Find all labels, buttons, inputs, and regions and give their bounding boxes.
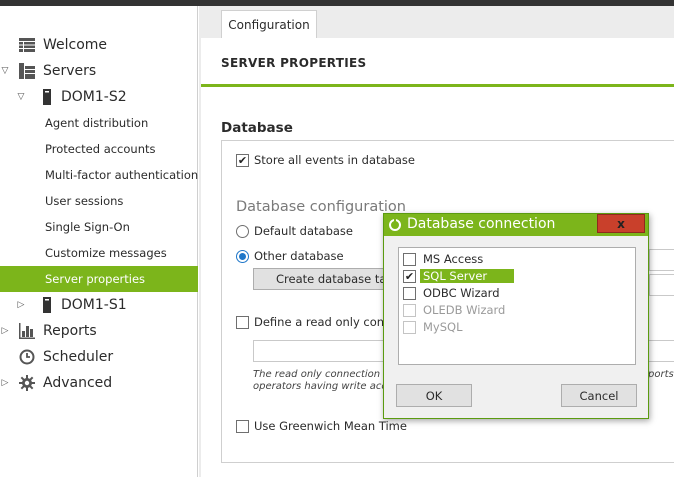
read-only-note-right: ports [648,369,674,380]
title-divider [201,84,674,87]
sidebar-item-multi-factor-authentication[interactable]: Multi-factor authentication [0,162,198,188]
chevron-down-icon[interactable]: ▽ [16,92,26,102]
chevron-down-icon[interactable]: ▽ [0,66,10,76]
store-all-events-checkbox[interactable]: ✔ [236,154,249,167]
ms-access-checkbox[interactable] [403,252,416,266]
sidebar-item-label: Welcome [43,37,108,53]
read-only-connection-checkbox[interactable] [236,316,249,329]
read-only-note-line-2: operators having write acce [253,381,394,392]
sql-server-checkbox[interactable]: ✔ [403,269,416,283]
sidebar-item-label: Customize messages [45,246,167,260]
sidebar-item-agent-distribution[interactable]: Agent distribution [0,110,198,136]
cancel-button[interactable]: Cancel [561,384,637,407]
list-item-label: SQL Server [420,269,514,283]
database-configuration-heading: Database configuration [236,199,406,215]
page-title: SERVER PROPERTIES [221,56,367,70]
sidebar-item-label: DOM1-S2 [61,89,127,105]
other-database-label: Other database [254,249,344,263]
list-item-label: OLEDB Wizard [423,303,506,317]
sidebar-item-single-sign-on[interactable]: Single Sign-On [0,214,198,240]
mysql-checkbox [403,320,416,334]
gear-icon [18,375,36,391]
database-connection-dialog: Database connection x MS Access ✔ SQL Se… [383,213,649,419]
grid-icon [18,37,36,53]
sidebar-item-reports[interactable]: ▷ Reports [0,318,198,344]
sidebar-item-label: DOM1-S1 [61,297,127,313]
sidebar-item-server-properties[interactable]: Server properties [0,266,198,292]
sidebar-item-welcome[interactable]: Welcome [0,32,198,58]
sidebar-item-label: Single Sign-On [45,220,130,234]
sidebar-item-label: Reports [43,323,97,339]
odbc-wizard-checkbox[interactable] [403,286,416,300]
list-item-mysql: MySQL [403,319,463,335]
section-title: Database [221,120,293,136]
clock-icon [18,349,36,365]
server-icon [38,297,56,313]
server-rack-icon [18,63,36,79]
sidebar-item-customize-messages[interactable]: Customize messages [0,240,198,266]
chevron-right-icon[interactable]: ▷ [0,378,10,388]
default-database-label: Default database [254,224,353,238]
server-icon [38,89,56,105]
database-type-list: MS Access ✔ SQL Server ODBC Wizard OLEDB… [398,247,636,365]
sidebar-item-scheduler[interactable]: Scheduler [0,344,198,370]
read-only-connection-input-right[interactable] [648,340,674,362]
read-only-note-line-1: The read only connection s [253,369,389,380]
list-item-oledb-wizard: OLEDB Wizard [403,302,505,318]
sidebar: Welcome ▽ Servers ▽ DOM1-S2 Agent distri… [0,6,198,477]
sidebar-item-label: Advanced [43,375,113,391]
other-database-input[interactable] [649,249,674,271]
tab-configuration[interactable]: Configuration [221,10,317,38]
sidebar-item-advanced[interactable]: ▷ Advanced [0,370,198,396]
oledb-wizard-checkbox [403,303,416,317]
greenwich-mean-time-checkbox[interactable] [236,420,249,433]
sidebar-item-user-sessions[interactable]: User sessions [0,188,198,214]
sidebar-item-label: Protected accounts [45,142,156,156]
dialog-title-bar[interactable]: Database connection x [384,214,648,236]
close-button[interactable]: x [597,214,645,233]
default-database-radio[interactable] [236,225,249,238]
read-only-connection-label: Define a read only conne [254,315,399,329]
list-item-label: MS Access [423,252,484,266]
ok-button[interactable]: OK [396,384,472,407]
sidebar-item-label: Scheduler [43,349,114,365]
list-item-ms-access[interactable]: MS Access [403,251,483,267]
sidebar-item-label: Server properties [45,272,146,286]
create-database-table-button[interactable]: Create database table [253,268,393,290]
other-database-input-2[interactable] [649,274,674,296]
sidebar-item-dom1-s2[interactable]: ▽ DOM1-S2 [0,84,198,110]
list-item-sql-server[interactable]: ✔ SQL Server [403,268,514,284]
chevron-right-icon[interactable]: ▷ [16,300,26,310]
read-only-connection-input[interactable] [253,340,393,362]
sidebar-item-label: Servers [43,63,97,79]
sidebar-item-label: User sessions [45,194,124,208]
sidebar-item-label: Agent distribution [45,116,149,130]
close-icon: x [617,216,625,231]
list-item-odbc-wizard[interactable]: ODBC Wizard [403,285,500,301]
list-item-label: MySQL [423,320,463,334]
power-icon [389,218,401,231]
sidebar-item-label: Multi-factor authentication [45,168,199,182]
sidebar-item-protected-accounts[interactable]: Protected accounts [0,136,198,162]
store-all-events-label: Store all events in database [254,153,415,167]
dialog-title: Database connection [407,216,556,232]
sidebar-item-servers[interactable]: ▽ Servers [0,58,198,84]
bar-chart-icon [18,323,36,339]
other-database-radio[interactable] [236,250,249,263]
chevron-right-icon[interactable]: ▷ [0,326,10,336]
list-item-label: ODBC Wizard [423,286,500,300]
sidebar-item-dom1-s1[interactable]: ▷ DOM1-S1 [0,292,198,318]
greenwich-mean-time-label: Use Greenwich Mean Time [254,419,407,433]
